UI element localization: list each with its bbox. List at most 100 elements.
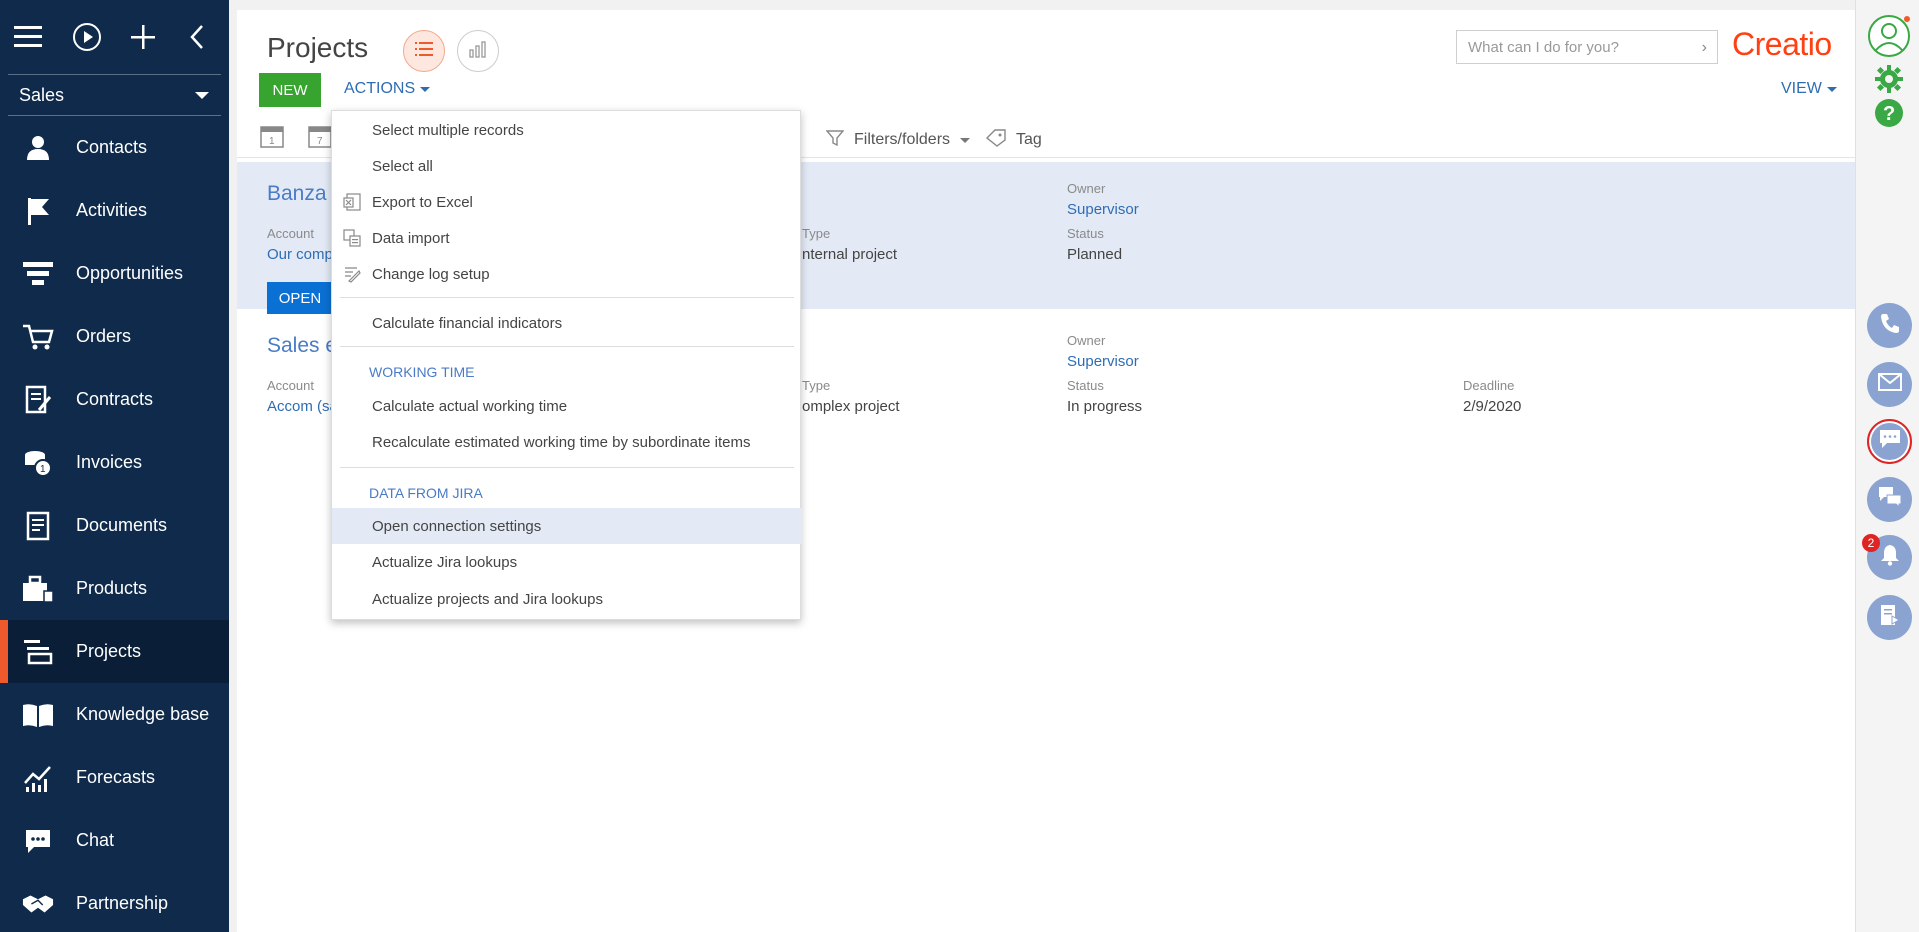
process-icon (1880, 604, 1900, 631)
sidebar-item-contacts[interactable]: Contacts (0, 116, 229, 179)
menu-item-label: Export to Excel (372, 193, 473, 211)
chat-button[interactable] (1867, 419, 1912, 464)
filter-icon (825, 129, 845, 152)
menu-item-actualize-projects-jira[interactable]: Actualize projects and Jira lookups (332, 581, 802, 617)
owner-label: Owner (1067, 333, 1106, 348)
menu-item-change-log-setup[interactable]: Change log setup (332, 256, 802, 292)
sidebar-item-orders[interactable]: Orders (0, 305, 229, 368)
email-button[interactable] (1867, 362, 1912, 407)
tag-button[interactable]: Tag (985, 125, 1042, 155)
tag-icon (985, 128, 1006, 152)
menu-icon[interactable] (14, 17, 72, 57)
search-placeholder: What can I do for you? (1468, 38, 1619, 56)
bell-icon (1880, 544, 1900, 571)
menu-divider (340, 297, 794, 298)
owner-link[interactable]: Supervisor (1067, 353, 1139, 370)
workspace-selector[interactable]: Sales (8, 74, 221, 116)
excel-icon (343, 193, 361, 211)
messages-icon (1878, 486, 1902, 513)
deadline-value: 2/9/2020 (1463, 398, 1522, 415)
menu-item-export-excel[interactable]: Export to Excel (332, 184, 802, 220)
cart-icon (22, 321, 54, 353)
menu-item-data-import[interactable]: Data import (332, 220, 802, 256)
chevron-down-icon (420, 86, 431, 92)
collapse-icon[interactable] (189, 17, 229, 57)
sidebar-item-chat[interactable]: Chat (0, 809, 229, 872)
bar-chart-icon (469, 40, 487, 63)
contract-icon (22, 384, 54, 416)
open-button[interactable]: OPEN (267, 282, 333, 314)
menu-item-select-all[interactable]: Select all (332, 148, 802, 184)
sidebar-item-activities[interactable]: Activities (0, 179, 229, 242)
feed-button[interactable] (1867, 477, 1912, 522)
owner-link[interactable]: Supervisor (1067, 201, 1139, 218)
menu-item-actualize-jira-lookups[interactable]: Actualize Jira lookups (332, 544, 802, 580)
sidebar-item-forecasts[interactable]: Forecasts (0, 746, 229, 809)
notification-badge: 2 (1862, 534, 1880, 552)
profile-avatar[interactable] (1867, 14, 1911, 63)
svg-text:?: ? (1883, 103, 1895, 125)
menu-item-label: Actualize projects and Jira lookups (372, 590, 603, 608)
menu-item-label: Select multiple records (372, 121, 524, 139)
account-link[interactable]: Our comp (267, 246, 333, 263)
forecast-icon (22, 762, 54, 794)
menu-item-calculate-financial[interactable]: Calculate financial indicators (332, 305, 802, 341)
logo: Creatio (1732, 26, 1832, 63)
filters-label: Filters/folders (854, 131, 951, 148)
sidebar-item-partnership[interactable]: Partnership (0, 872, 229, 932)
calendar-day-icon[interactable]: 1 (259, 123, 285, 149)
sidebar-item-opportunities[interactable]: Opportunities (0, 242, 229, 305)
products-icon (22, 573, 54, 605)
play-icon[interactable] (72, 17, 130, 57)
sidebar-item-contracts[interactable]: Contracts (0, 368, 229, 431)
type-value: nternal project (802, 246, 898, 263)
plus-icon[interactable] (130, 17, 188, 57)
sidebar-item-products[interactable]: Products (0, 557, 229, 620)
status-value: Planned (1067, 246, 1123, 263)
analytics-view-button[interactable] (457, 30, 499, 72)
menu-item-label: Calculate actual working time (372, 397, 568, 415)
menu-divider (340, 346, 794, 347)
menu-item-calc-actual-time[interactable]: Calculate actual working time (332, 388, 802, 424)
new-button[interactable]: NEW (259, 73, 321, 107)
sidebar-item-label: Products (76, 578, 148, 598)
sidebar-item-label: Orders (76, 326, 132, 346)
sidebar-item-label: Partnership (76, 893, 169, 913)
sidebar-item-label: Knowledge base (76, 704, 210, 724)
settings-button[interactable] (1874, 64, 1904, 99)
account-link[interactable]: Accom (sa (267, 398, 338, 415)
actions-button[interactable]: ACTIONS (344, 80, 431, 98)
menu-item-select-multiple[interactable]: Select multiple records (332, 112, 802, 148)
handshake-icon (22, 888, 54, 920)
record-title[interactable]: Banza (267, 182, 327, 206)
sidebar-item-knowledge-base[interactable]: Knowledge base (0, 683, 229, 746)
email-icon (1877, 373, 1902, 396)
sidebar-item-documents[interactable]: Documents (0, 494, 229, 557)
search-input[interactable]: What can I do for you? › (1456, 30, 1718, 64)
actions-menu: Select multiple records Select all Expor… (331, 110, 802, 620)
record-title[interactable]: Sales e (267, 334, 337, 358)
list-view-button[interactable] (403, 30, 445, 72)
help-icon: ? (1874, 99, 1904, 132)
process-button[interactable] (1867, 595, 1912, 640)
chevron-down-icon (195, 91, 209, 99)
phone-button[interactable] (1867, 303, 1912, 348)
menu-section-working-time: WORKING TIME (369, 364, 475, 380)
svg-text:1: 1 (269, 136, 275, 147)
view-button[interactable]: VIEW (1781, 80, 1837, 98)
tag-label: Tag (1016, 131, 1042, 148)
logo-text: Creatio (1732, 26, 1832, 62)
sidebar-item-projects[interactable]: Projects (0, 620, 229, 683)
sidebar-item-label: Documents (76, 515, 168, 535)
sidebar-item-invoices[interactable]: 1 Invoices (0, 431, 229, 494)
status-value: In progress (1067, 398, 1143, 415)
svg-text:7: 7 (317, 136, 323, 147)
menu-item-open-connection-settings[interactable]: Open connection settings (332, 508, 802, 544)
coins-icon: 1 (22, 447, 54, 479)
filters-folders-button[interactable]: Filters/folders (825, 125, 971, 155)
calendar-week-icon[interactable]: 7 (307, 123, 333, 149)
funnel-icon (22, 258, 54, 290)
chevron-down-icon (960, 137, 971, 143)
help-button[interactable]: ? (1874, 98, 1904, 133)
menu-item-recalc-estimated-time[interactable]: Recalculate estimated working time by su… (332, 424, 802, 460)
